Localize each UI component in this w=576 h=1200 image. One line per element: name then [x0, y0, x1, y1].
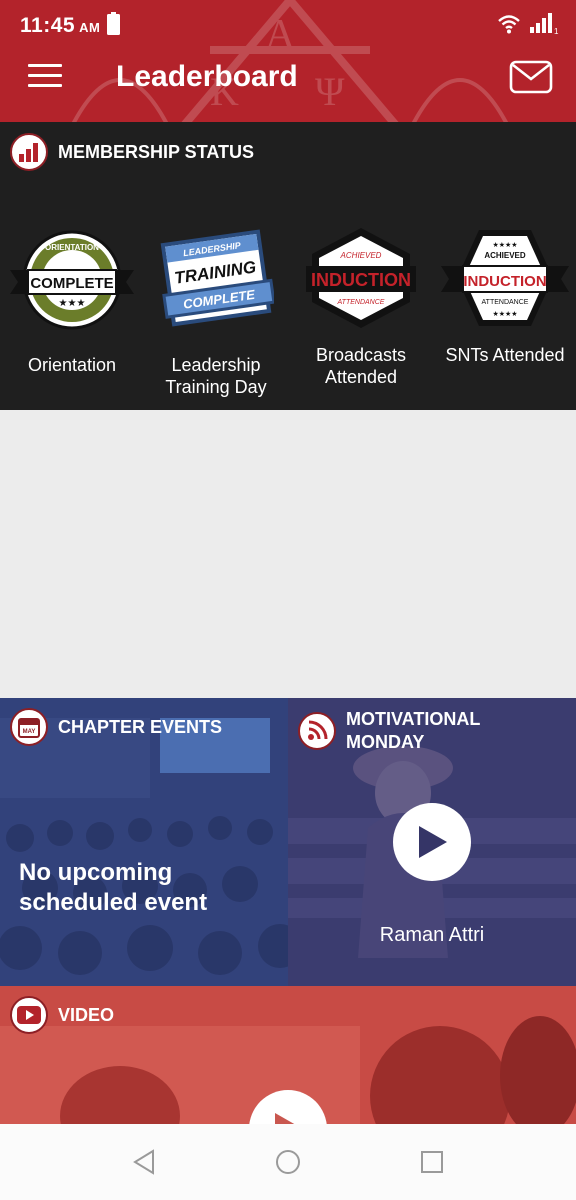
wifi-icon [498, 15, 520, 34]
badge-snts[interactable]: INDUCTION ACHIEVED ATTENDANCE ★★★★ ★★★★ … [433, 226, 576, 366]
clock-ampm: AM [79, 20, 101, 35]
badge-art-stars: ★★★★ [492, 241, 517, 249]
badge-label: Broadcasts Attended [315, 345, 407, 387]
badge-art-text: ACHIEVED [340, 251, 382, 260]
calendar-icon: MAY [10, 708, 48, 746]
motivational-monday-header: MOTIVATIONAL MONDAY [298, 708, 516, 754]
video-tile[interactable]: VIDEO [0, 986, 576, 1124]
signal-icon: 1 [530, 13, 559, 35]
badge-leadership-training[interactable]: LEADERSHIP TRAINING COMPLETE Leadership … [144, 226, 288, 398]
motivational-monday-tile[interactable]: MOTIVATIONAL MONDAY Raman Attri [288, 698, 576, 986]
motivational-play-button[interactable] [393, 803, 471, 881]
badge-label: Orientation [27, 355, 117, 375]
back-triangle-icon[interactable] [131, 1149, 157, 1175]
clock: 11:45 AM [20, 14, 100, 38]
no-events-message: No upcoming scheduled event [19, 859, 208, 916]
badge-art-text: ATTENDANCE [482, 299, 529, 306]
badge-row: COMPLETE ORIENTATION ★★★ Orientation LEA… [0, 226, 576, 406]
leadership-training-badge-icon: LEADERSHIP TRAINING COMPLETE [160, 229, 274, 327]
badge-broadcasts[interactable]: INDUCTION ACHIEVED ATTENDANCE Broadcasts… [289, 226, 433, 388]
broadcasts-induction-badge-icon: INDUCTION ACHIEVED ATTENDANCE [306, 228, 416, 328]
battery-icon [107, 12, 120, 35]
recents-square-icon[interactable] [419, 1149, 445, 1175]
badge-art-stars: ★★★ [59, 298, 86, 309]
motivational-monday-title: MOTIVATIONAL MONDAY [346, 709, 480, 752]
home-circle-icon[interactable] [275, 1149, 301, 1175]
snts-induction-badge-icon: INDUCTION ACHIEVED ATTENDANCE ★★★★ ★★★★ [441, 230, 569, 326]
badge-art-text: INDUCTION [463, 273, 546, 290]
header: Α Κ Ψ 11:45 AM 1 Leaderboard [0, 0, 576, 122]
video-play-icon [10, 996, 48, 1034]
mail-icon[interactable] [509, 60, 553, 94]
membership-status-section: MEMBERSHIP STATUS COMPLETE ORIENTATION ★… [0, 122, 576, 410]
orientation-complete-badge-icon: COMPLETE ORIENTATION ★★★ [10, 230, 134, 330]
chapter-events-header: MAY CHAPTER EVENTS [10, 708, 222, 746]
badge-art-text: COMPLETE [30, 275, 113, 292]
signal-sim-number: 1 [554, 27, 559, 35]
video-title: VIDEO [58, 1004, 115, 1025]
badge-orientation[interactable]: COMPLETE ORIENTATION ★★★ Orientation [0, 226, 144, 376]
app-bar: Leaderboard [0, 50, 576, 122]
badge-label: SNTs Attended [445, 345, 565, 365]
chapter-events-title: CHAPTER EVENTS [58, 716, 223, 737]
badge-art-text: ATTENDANCE [337, 299, 385, 306]
bar-chart-icon [10, 133, 48, 171]
hamburger-menu-icon[interactable] [28, 64, 62, 92]
badge-art-text: INDUCTION [311, 270, 411, 290]
calendar-icon-month: MAY [23, 729, 36, 735]
play-icon [419, 826, 447, 858]
membership-status-title: MEMBERSHIP STATUS [58, 141, 255, 162]
badge-art-text: ACHIEVED [484, 251, 526, 260]
badge-art-stars: ★★★★ [492, 310, 517, 318]
speaker-name: Raman Attri [379, 924, 485, 946]
badge-art-text: ORIENTATION [45, 243, 99, 252]
video-header: VIDEO [10, 996, 114, 1034]
chapter-events-tile[interactable]: MAY CHAPTER EVENTS No upcoming scheduled… [0, 698, 288, 986]
badge-label: Leadership Training Day [165, 355, 267, 397]
podcast-icon [298, 712, 336, 750]
page-title: Leaderboard [116, 60, 298, 93]
system-navigation-bar [0, 1124, 576, 1200]
play-icon [275, 1113, 295, 1124]
status-bar: 11:45 AM 1 [0, 0, 576, 50]
membership-status-header: MEMBERSHIP STATUS [10, 132, 254, 172]
clock-time: 11:45 [20, 14, 76, 37]
